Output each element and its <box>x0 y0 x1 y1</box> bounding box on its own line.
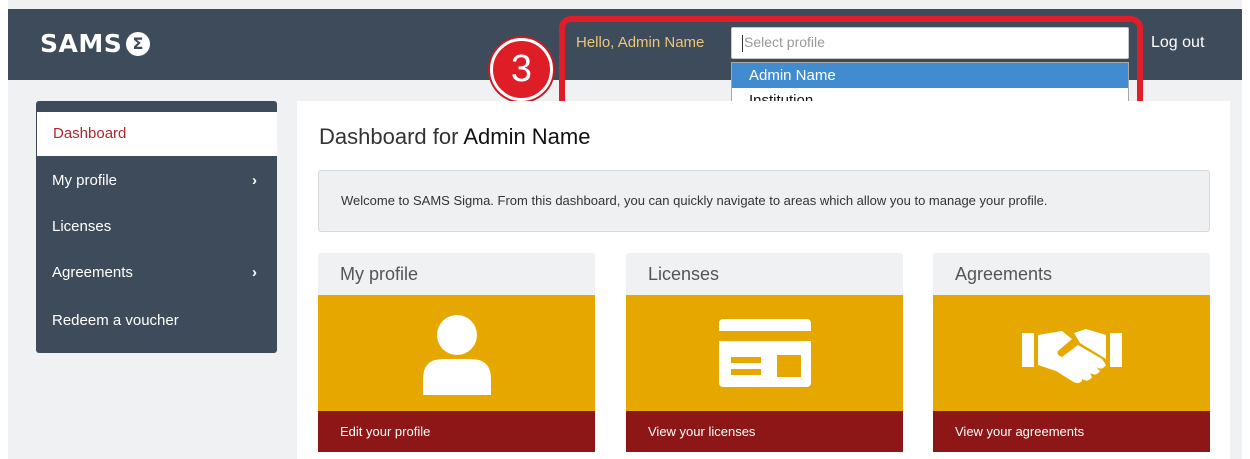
card-icon-area[interactable] <box>318 295 595 411</box>
sidebar-nav: Dashboard My profile › Licenses Agreemen… <box>36 101 277 353</box>
card-licenses[interactable]: Licenses View your licenses <box>626 253 903 452</box>
license-card-icon <box>718 319 811 392</box>
logout-link[interactable]: Log out <box>1151 34 1204 52</box>
user-icon <box>419 313 495 400</box>
card-agreements[interactable]: Agreements View your agreements <box>933 253 1210 452</box>
view-agreements-link[interactable]: View your agreements <box>933 411 1210 452</box>
card-my-profile[interactable]: My profile Edit your profile <box>318 253 595 452</box>
sidebar-item-label: Agreements <box>52 264 133 281</box>
handshake-icon <box>1021 325 1122 390</box>
sidebar-item-dashboard[interactable]: Dashboard <box>36 112 277 156</box>
card-title: Agreements <box>933 253 1210 295</box>
chevron-right-icon: › <box>252 172 257 189</box>
page-title-prefix: Dashboard for <box>319 124 459 149</box>
edit-profile-link[interactable]: Edit your profile <box>318 411 595 452</box>
sidebar-item-agreements[interactable]: Agreements › <box>36 251 277 295</box>
sidebar-item-label: Licenses <box>52 218 112 235</box>
card-title: Licenses <box>626 253 903 295</box>
sigma-icon: Σ <box>126 32 151 56</box>
sidebar-item-licenses[interactable]: Licenses <box>36 205 277 249</box>
sidebar-item-label: Dashboard <box>53 125 127 142</box>
sams-logo[interactable]: SAMS Σ <box>40 29 151 58</box>
page-title: Dashboard for Admin Name <box>319 124 590 150</box>
chevron-right-icon: › <box>252 264 257 281</box>
sidebar-item-my-profile[interactable]: My profile › <box>36 159 277 203</box>
sidebar-item-redeem-voucher[interactable]: Redeem a voucher <box>36 299 277 343</box>
view-licenses-link[interactable]: View your licenses <box>626 411 903 452</box>
logo-text: SAMS <box>40 29 123 58</box>
card-title: My profile <box>318 253 595 295</box>
page-title-name: Admin Name <box>463 124 591 149</box>
card-icon-area[interactable] <box>933 295 1210 411</box>
sidebar-item-label: Redeem a voucher <box>52 312 179 329</box>
card-icon-area[interactable] <box>626 295 903 411</box>
step-number-badge: 3 <box>490 38 553 101</box>
welcome-message: Welcome to SAMS Sigma. From this dashboa… <box>318 170 1210 232</box>
sidebar-item-label: My profile <box>52 172 118 189</box>
